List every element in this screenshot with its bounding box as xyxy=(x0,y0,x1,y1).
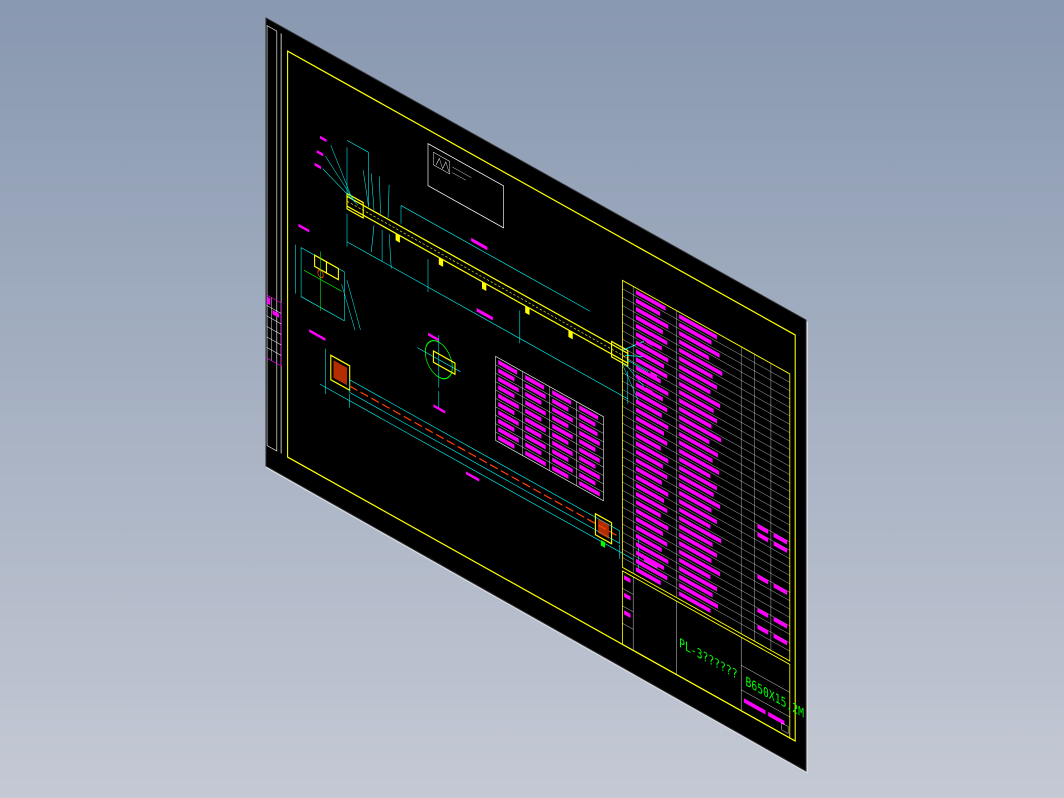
sheet-background xyxy=(266,18,806,771)
isometric-drawing-sheet[interactable]: PL-3?????? B650X15.2M xyxy=(0,0,1064,798)
cad-viewport[interactable]: PL-3?????? B650X15.2M xyxy=(0,0,1064,798)
